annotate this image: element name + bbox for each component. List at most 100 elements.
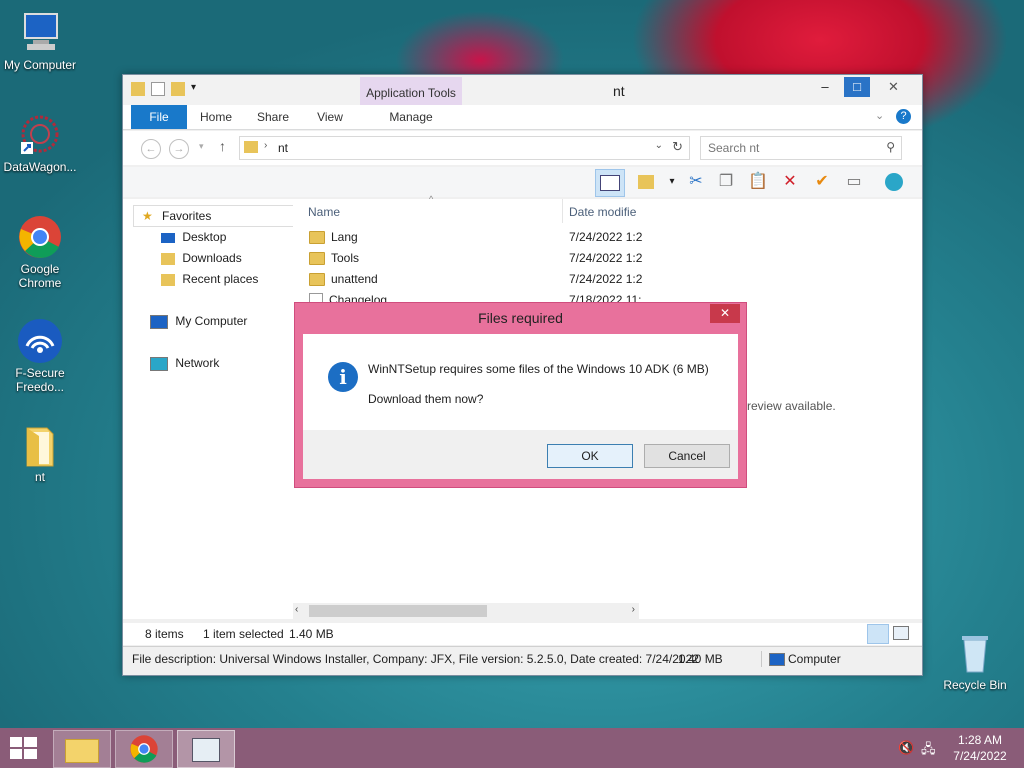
- application-tools-label: Application Tools: [360, 77, 462, 107]
- ok-button[interactable]: OK: [547, 444, 633, 468]
- file-name: Tools: [331, 251, 360, 265]
- forward-button[interactable]: →: [169, 139, 189, 159]
- tab-home[interactable]: Home: [191, 105, 241, 129]
- rename-icon[interactable]: ▭: [843, 171, 865, 193]
- column-divider[interactable]: [562, 199, 563, 223]
- nav-item-desktop[interactable]: Desktop: [161, 227, 226, 247]
- cut-icon[interactable]: ✂: [685, 171, 707, 193]
- file-date: 7/24/2022 1:2: [569, 230, 643, 244]
- network-icon: [150, 356, 168, 371]
- preview-pane-message: review available.: [747, 399, 836, 413]
- minimize-button[interactable]: –: [812, 77, 838, 97]
- file-description: File description: Universal Windows Inst…: [132, 652, 699, 666]
- paste-icon[interactable]: 📋: [747, 171, 769, 193]
- list-item[interactable]: unattend: [309, 269, 378, 289]
- chevron-down-icon[interactable]: ⌄: [875, 109, 884, 122]
- start-button[interactable]: [10, 737, 38, 759]
- scroll-right-icon[interactable]: ›: [632, 604, 635, 615]
- close-button[interactable]: ✕: [871, 77, 916, 97]
- desktop-icon-fsecure[interactable]: F-Secure Freedo...: [0, 318, 80, 394]
- folder-icon: [244, 141, 258, 153]
- divider: [761, 651, 762, 667]
- nav-item-recent-places[interactable]: Recent places: [161, 269, 258, 289]
- recent-locations-icon[interactable]: ▾: [199, 141, 204, 152]
- list-item[interactable]: Lang: [309, 227, 358, 247]
- files-required-dialog: Files required ✕ i WinNTSetup requires s…: [294, 302, 747, 488]
- search-input[interactable]: Search nt ⚲: [700, 136, 902, 160]
- taskbar-chrome[interactable]: [115, 730, 173, 768]
- dialog-question: Download them now?: [368, 392, 484, 406]
- search-icon[interactable]: ⚲: [886, 140, 895, 154]
- column-header-date[interactable]: Date modifie: [569, 205, 636, 219]
- selection-count: 1 item selected: [203, 627, 284, 641]
- large-icons-view-icon[interactable]: [893, 626, 909, 640]
- chevron-down-icon[interactable]: ▾: [661, 171, 683, 193]
- network-status-icon[interactable]: 🖧: [921, 740, 936, 762]
- item-count: 8 items: [145, 627, 184, 641]
- clock[interactable]: 1:28 AM 7/24/2022: [948, 733, 1012, 763]
- ribbon-tabs: File Home Share View Manage ⌄ ?: [123, 105, 922, 130]
- star-icon: ★: [142, 209, 153, 223]
- preview-pane-icon[interactable]: [595, 169, 625, 197]
- column-header-name[interactable]: Name: [308, 205, 340, 219]
- scrollbar-thumb[interactable]: [309, 605, 487, 617]
- dialog-close-button[interactable]: ✕: [710, 304, 740, 323]
- desktop-icon-chrome[interactable]: Google Chrome: [0, 214, 80, 290]
- checkmark-icon[interactable]: ✔: [811, 171, 833, 193]
- chrome-icon: [19, 216, 61, 258]
- details-view-icon[interactable]: [867, 624, 889, 644]
- tab-manage[interactable]: Manage: [360, 105, 462, 129]
- properties-icon[interactable]: [151, 82, 165, 96]
- chevron-down-icon[interactable]: ⌄: [655, 140, 663, 151]
- computer-icon: [24, 13, 58, 50]
- quick-access-toolbar: ▾: [131, 82, 196, 96]
- copy-icon[interactable]: ❐: [715, 171, 737, 193]
- desktop-icon-nt[interactable]: nt: [0, 422, 80, 484]
- info-icon: i: [328, 362, 358, 392]
- file-date: 7/24/2022 1:2: [569, 251, 643, 265]
- folder-icon: [309, 231, 325, 245]
- title-bar: ▾ Application Tools nt – □ ✕: [123, 75, 922, 107]
- tab-file[interactable]: File: [131, 105, 187, 129]
- nav-item-downloads[interactable]: Downloads: [161, 248, 242, 268]
- tab-share[interactable]: Share: [247, 105, 299, 129]
- address-text: nt: [278, 141, 289, 155]
- back-button[interactable]: ←: [141, 139, 161, 159]
- datawagon-icon: [21, 115, 59, 154]
- refresh-icon[interactable]: ↻: [672, 139, 683, 155]
- nav-item-favorites[interactable]: ★ Favorites: [133, 205, 301, 227]
- desktop-icon-my-computer[interactable]: My Computer: [0, 10, 80, 72]
- dialog-title: Files required: [478, 310, 563, 326]
- up-button[interactable]: ↑: [219, 138, 226, 154]
- chevron-right-icon[interactable]: ›: [264, 140, 267, 151]
- dialog-body: i WinNTSetup requires some files of the …: [303, 334, 738, 430]
- desktop-icon-datawagon[interactable]: DataWagon...: [0, 112, 80, 174]
- recent-places-icon: [161, 273, 175, 286]
- delete-icon[interactable]: ✕: [779, 171, 801, 193]
- chevron-down-icon[interactable]: ▾: [191, 82, 196, 96]
- selection-size: 1.40 MB: [289, 627, 334, 641]
- folder-icon: [309, 273, 325, 287]
- desktop-icon-recycle-bin[interactable]: Recycle Bin: [935, 630, 1015, 692]
- nav-item-network[interactable]: Network: [150, 353, 219, 373]
- maximize-button[interactable]: □: [844, 77, 870, 97]
- globe-icon[interactable]: [883, 171, 905, 193]
- taskbar-file-explorer[interactable]: [53, 730, 111, 768]
- checkbox-folder-icon[interactable]: [635, 171, 657, 193]
- computer-icon: [150, 314, 168, 329]
- tab-view[interactable]: View: [305, 105, 355, 129]
- horizontal-scrollbar[interactable]: ‹ ›: [293, 603, 639, 619]
- taskbar-winntsetup[interactable]: [177, 730, 235, 768]
- windows-logo-icon: [10, 737, 37, 759]
- volume-muted-icon[interactable]: 🔇: [898, 740, 914, 756]
- help-icon[interactable]: ?: [896, 109, 911, 124]
- desktop-icon-label: DataWagon...: [3, 160, 77, 174]
- folder-icon: [26, 427, 54, 467]
- new-folder-icon[interactable]: [171, 82, 185, 96]
- cancel-button[interactable]: Cancel: [644, 444, 730, 468]
- nav-item-my-computer[interactable]: My Computer: [150, 311, 247, 331]
- list-item[interactable]: Tools: [309, 248, 359, 268]
- scroll-left-icon[interactable]: ‹: [295, 604, 298, 615]
- chrome-icon: [130, 735, 158, 763]
- address-bar[interactable]: › nt ⌄ ↻: [239, 136, 690, 160]
